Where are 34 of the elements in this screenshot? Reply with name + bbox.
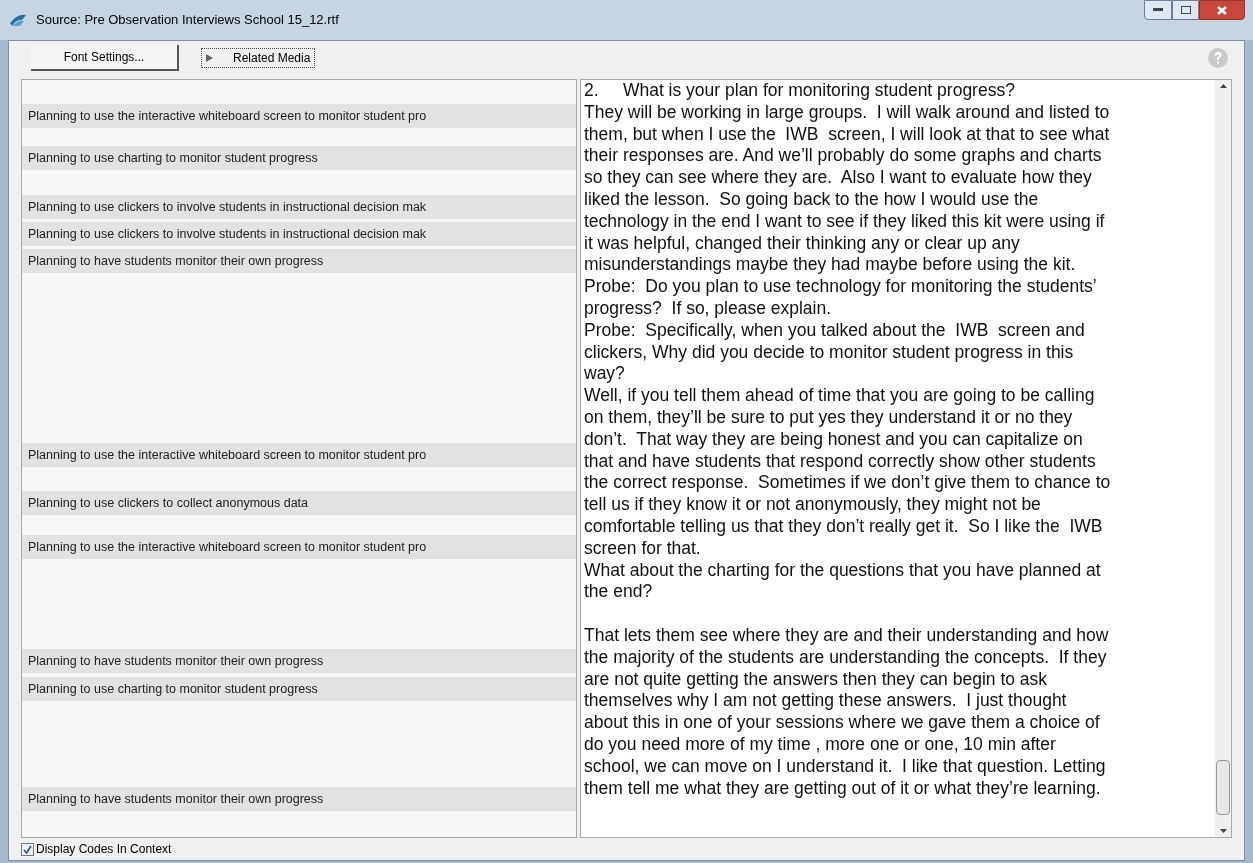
document-paragraph: What about the charting for the questions that you have planned at the end? [584, 559, 1102, 604]
document-paragraph: That lets them see where they are and their understanding and how the majority of the students are understanding the concepts. If they are not quite getting the answers then they can begin to ask themselves why I am not getting these answers. I just thought about this in one of your sessions where we gave them a choice of do you need more of my time , more one or one, 10 min after school, we can move on I understand it. I like that question. Letting them tell me what they are getting out of it or what they’re learning. [584, 624, 1110, 800]
document-paragraph: Probe: Specifically, when you talked about the IWB screen and clickers, Why did you decide to monitor student progress in this way? [584, 319, 1086, 386]
check-icon [23, 844, 32, 854]
code-stripe[interactable]: Planning to have students monitor their own progress [22, 649, 576, 673]
document-paragraph: 2. What is your plan for monitoring student progress? [584, 80, 1016, 102]
play-icon [206, 54, 213, 62]
close-button[interactable] [1199, 0, 1245, 20]
scroll-down-icon[interactable] [1219, 829, 1227, 833]
checkbox-label: Display Codes In Context [36, 841, 172, 858]
maximize-icon [1180, 6, 1191, 14]
minimize-button[interactable] [1144, 0, 1172, 20]
code-stripe[interactable]: Planning to use charting to monitor student progress [22, 146, 576, 170]
code-stripe[interactable]: Planning to have students monitor their own progress [22, 787, 576, 811]
maximize-button[interactable] [1172, 0, 1199, 20]
code-stripe[interactable]: Planning to use clickers to involve students in instructional decision mak [22, 195, 576, 219]
scroll-thumb[interactable] [1216, 760, 1230, 815]
code-stripe[interactable]: Planning to have students monitor their own progress [22, 249, 576, 273]
document-paragraph: They will be working in large groups. I will walk around and listed to them, but when I use the IWB screen, I will look at that to see what their responses are. And we’ll probably do some graphs and charts so they can see where they are. Also I want to evaluate how they liked the lesson. So going back to the how I would use the technology in the end I want to see if they liked this kit were using if it was helpful, changed their thinking any or clear up any misunderstandings maybe they had maybe before using the kit. [584, 101, 1111, 277]
related-media-toggle[interactable]: Related Media [201, 48, 316, 68]
window-title: Source: Pre Observation Interviews School 15_12.rtf [36, 11, 339, 30]
code-stripe[interactable]: Planning to use clickers to collect anonymous data [22, 491, 576, 515]
code-stripe[interactable]: Planning to use clickers to involve students in instructional decision mak [22, 222, 576, 246]
close-icon [1217, 5, 1227, 15]
checkbox[interactable] [21, 842, 34, 856]
document-paragraph: Well, if you tell them ahead of time that you are going to be calling on them, they’ll be sure to put yes they understand it or no they don’t. That way they are being honest and you can capitalize on that and have students that respond correctly show other students the correct response. Sometimes if we don’t give them to chance to tell us if they know it or not anonymously, they might not be comfortable telling us that they don’t really get it. So I like the IWB screen for that. [584, 385, 1112, 560]
code-stripe[interactable]: Planning to use the interactive whiteboard screen to monitor student pro [22, 443, 576, 467]
font-settings-button[interactable]: Font Settings... [31, 45, 179, 71]
code-stripe[interactable]: Planning to use the interactive whiteboard screen to monitor student pro [22, 104, 576, 128]
code-stripe[interactable]: Planning to use the interactive whiteboard screen to monitor student pro [22, 535, 576, 559]
minimize-icon [1153, 8, 1163, 12]
document-paragraph: Probe: Do you plan to use technology for monitoring the students’ progress? If so, please explain. [584, 276, 1098, 320]
scroll-up-icon[interactable] [1219, 84, 1227, 88]
code-stripe[interactable]: Planning to use charting to monitor student progress [22, 677, 576, 701]
